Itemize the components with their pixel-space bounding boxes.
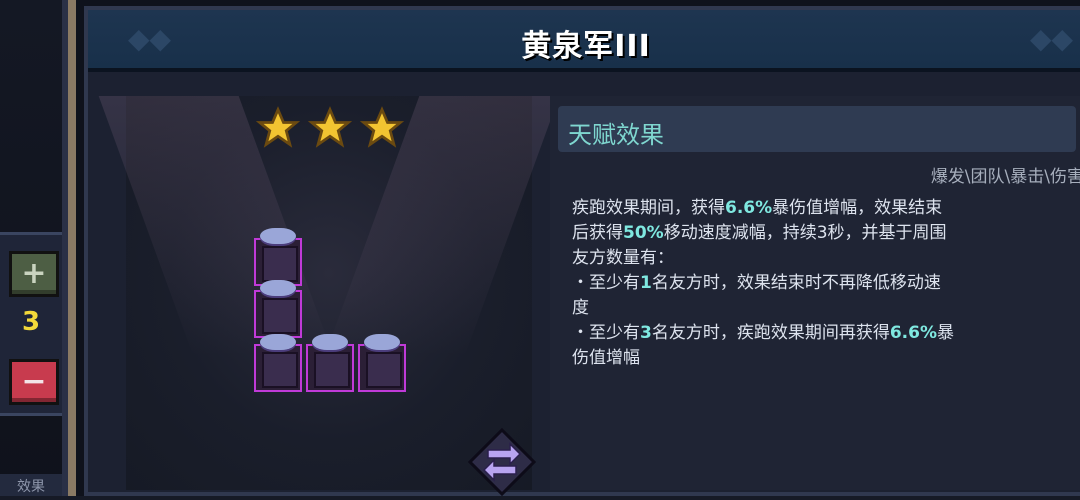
unit-tile (254, 334, 302, 392)
title-bar: ◆◆ ◆◆ 黄泉军III (88, 10, 1080, 72)
highlight-value: 6.6% (889, 323, 937, 343)
quantity-stepper: + 3 − (0, 232, 62, 416)
description-text: ・至少有 (572, 273, 640, 293)
description-text: 伤值增幅 (572, 348, 640, 368)
formation-preview (98, 96, 560, 497)
unit-tile (358, 334, 406, 392)
highlight-value: 6.6% (725, 198, 773, 218)
quantity-value: 3 (21, 307, 41, 337)
minus-icon: − (21, 364, 47, 399)
description-text: ・至少有 (572, 323, 640, 343)
description-text: 名友方时，疾跑效果期间再获得 (651, 323, 890, 343)
description-text: 友方数量有： (572, 248, 674, 268)
description-text: 后获得 (572, 223, 623, 243)
star-icon (256, 106, 300, 148)
unit-tile (254, 280, 302, 338)
highlight-value: 50% (623, 223, 664, 243)
left-strip: + 3 − 效果 (0, 0, 68, 496)
unit-tile (254, 228, 302, 286)
unit-tile (306, 334, 354, 392)
description-text: 暴伤值增幅，效果结束 (772, 198, 943, 218)
description-line: 友方数量有： (572, 246, 1072, 271)
description-line: 疾跑效果期间，获得6.6%暴伤值增幅，效果结束 (572, 196, 1072, 221)
description-line: 后获得50%移动速度减幅，持续3秒，并基于周围 (572, 221, 1072, 246)
item-detail-window: ◆◆ ◆◆ 黄泉军III 天赋效果 爆发\团队\暴击\伤害 疾跑效果期间，获得6… (68, 0, 1080, 497)
highlight-value: 1 (640, 273, 652, 293)
page-title: 黄泉军III (521, 29, 651, 64)
description-text: 疾跑效果期间，获得 (572, 198, 725, 218)
description-text: 度 (572, 298, 589, 318)
description-line: 伤值增幅 (572, 346, 1072, 371)
description-line: 度 (572, 296, 1072, 321)
plus-icon: + (21, 256, 47, 291)
talent-description: 疾跑效果期间，获得6.6%暴伤值增幅，效果结束 后获得50%移动速度减幅，持续3秒… (572, 196, 1072, 371)
swap-icon[interactable] (466, 426, 538, 498)
bottom-tab[interactable]: 效果 (0, 474, 62, 496)
description-line: ・至少有1名友方时，效果结束时不再降低移动速 (572, 271, 1072, 296)
star-rating (256, 106, 404, 150)
description-line: ・至少有3名友方时，疾跑效果期间再获得6.6%暴 (572, 321, 1072, 346)
talent-panel: 天赋效果 爆发\团队\暴击\伤害 疾跑效果期间，获得6.6%暴伤值增幅，效果结束… (550, 96, 1080, 490)
description-text: 移动速度减幅，持续3秒，并基于周围 (663, 223, 947, 243)
talent-title: 天赋效果 (568, 121, 664, 149)
increase-button[interactable]: + (9, 251, 59, 297)
talent-tags: 爆发\团队\暴击\伤害 (930, 167, 1080, 187)
highlight-value: 3 (640, 323, 652, 343)
decrease-button[interactable]: − (9, 359, 59, 405)
description-text: 暴 (937, 323, 954, 343)
window-body: ◆◆ ◆◆ 黄泉军III 天赋效果 爆发\团队\暴击\伤害 疾跑效果期间，获得6… (84, 6, 1080, 497)
star-icon (360, 106, 404, 148)
star-icon (308, 106, 352, 148)
description-text: 名友方时，效果结束时不再降低移动速 (651, 273, 941, 293)
talent-header: 天赋效果 (558, 106, 1076, 152)
